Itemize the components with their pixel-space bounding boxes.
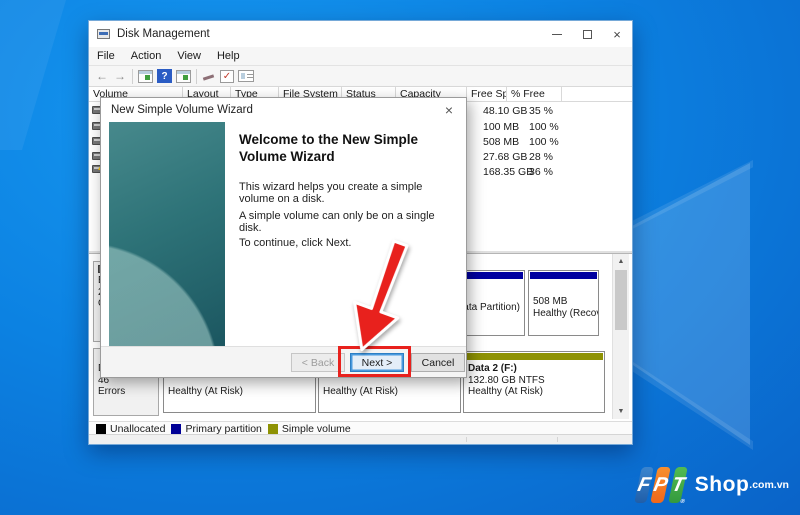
column-pctfree[interactable]: % Free: [507, 87, 562, 102]
toolbar-separator: [196, 68, 197, 84]
back-icon[interactable]: ←: [93, 68, 111, 85]
scrollbar-thumb[interactable]: [615, 270, 627, 330]
maximize-button[interactable]: [572, 21, 602, 47]
wizard-title-bar: New Simple Volume Wizard ×: [101, 98, 466, 122]
wizard-button-row: < Back Next > Cancel: [101, 346, 466, 377]
scroll-down-icon[interactable]: ▼: [613, 404, 629, 419]
free-space-value: 48.10 GB: [483, 105, 528, 117]
menu-help[interactable]: Help: [209, 48, 248, 64]
legend-label: Unallocated: [110, 422, 166, 435]
menu-file[interactable]: File: [89, 48, 123, 64]
free-space-value: 100 MB: [483, 121, 520, 133]
title-bar: Disk Management ×: [89, 21, 632, 47]
simple-volume-swatch: [267, 423, 278, 434]
logo-shop-text: Shop: [694, 473, 750, 496]
wizard-body-line: A simple volume can only be on a single …: [239, 210, 435, 234]
help-icon[interactable]: ?: [157, 69, 172, 83]
partition-status: Healthy (Recov: [533, 307, 598, 319]
legend-label: Primary partition: [185, 422, 262, 435]
unallocated-swatch: [96, 423, 106, 434]
wizard-body-line: To continue, click Next.: [239, 237, 352, 249]
wizard-heading: Welcome to the New Simple Volume Wizard: [239, 132, 419, 164]
scroll-up-icon[interactable]: ▲: [613, 254, 629, 269]
wizard-title: New Simple Volume Wizard: [111, 104, 253, 116]
properties-icon[interactable]: [238, 70, 254, 82]
action-tool-icon[interactable]: [202, 70, 216, 83]
pct-free-value: 36 %: [529, 166, 553, 178]
wizard-banner-graphic: [109, 122, 225, 348]
wizard-body-line: This wizard helps you create a simple vo…: [239, 181, 423, 205]
menu-view[interactable]: View: [169, 48, 209, 64]
toolbar-separator: [132, 68, 133, 84]
status-bar: [89, 434, 632, 444]
partition-size: 132.80 GB NTFS: [468, 374, 545, 386]
legend-item: Simple volume: [267, 422, 351, 435]
window-title: Disk Management: [117, 28, 210, 40]
legend-item: Unallocated: [96, 423, 165, 435]
pct-free-value: 100 %: [529, 136, 559, 148]
vertical-scrollbar[interactable]: ▲ ▼: [612, 254, 629, 419]
menu-bar: File Action View Help: [89, 47, 632, 66]
fpt-shop-logo: F P T ® Shop .com.vn: [634, 462, 789, 508]
new-simple-volume-wizard-dialog: New Simple Volume Wizard × Welcome to th…: [100, 97, 467, 378]
free-space-value: 168.35 GB: [483, 166, 534, 178]
disk0-partition-2[interactable]: 508 MB Healthy (Recov: [528, 270, 599, 336]
pct-free-value: 28 %: [529, 151, 553, 163]
disk1-status: Errors: [98, 386, 126, 397]
cancel-button[interactable]: Cancel: [411, 353, 465, 372]
menu-action[interactable]: Action: [123, 48, 170, 64]
partition-status: Healthy (At Risk): [468, 386, 544, 397]
console-window-icon[interactable]: [138, 69, 153, 83]
disk-management-icon: [97, 29, 110, 39]
forward-icon[interactable]: →: [111, 68, 129, 85]
check-disk-icon[interactable]: ✓: [220, 69, 234, 83]
legend-bar: Unallocated Primary partition Simple vol…: [89, 421, 632, 435]
minimize-button[interactable]: [542, 21, 572, 47]
column-freespace[interactable]: Free Spa...: [467, 87, 507, 102]
disk1-partition-3[interactable]: Data 2 (F:) 132.80 GB NTFS Healthy (At R…: [463, 351, 605, 413]
free-space-value: 27.68 GB: [483, 151, 528, 163]
simple-volume-stripe: [465, 353, 603, 360]
partition-name: Data 2 (F:): [468, 363, 517, 374]
back-button[interactable]: < Back: [291, 353, 345, 372]
legend-label: Simple volume: [281, 422, 351, 435]
free-space-value: 508 MB: [483, 136, 520, 148]
fpt-letter-t: T ®: [667, 467, 688, 505]
registered-mark: ®: [679, 499, 685, 505]
partition-status: Healthy (At Risk): [168, 386, 244, 397]
pct-free-value: 35 %: [529, 105, 553, 117]
close-button[interactable]: ×: [602, 21, 632, 47]
console-pane-icon[interactable]: [176, 69, 191, 83]
partition-status: Healthy (At Risk): [323, 386, 399, 397]
legend-item: Primary partition: [171, 422, 262, 435]
primary-partition-stripe: [530, 272, 597, 279]
toolbar: ← → ? ✓: [89, 66, 632, 87]
pct-free-value: 100 %: [529, 121, 559, 133]
partition-size: 508 MB: [533, 296, 568, 307]
logo-suffix-text: .com.vn: [749, 479, 789, 491]
wizard-close-icon[interactable]: ×: [432, 98, 466, 122]
primary-partition-swatch: [171, 423, 182, 434]
